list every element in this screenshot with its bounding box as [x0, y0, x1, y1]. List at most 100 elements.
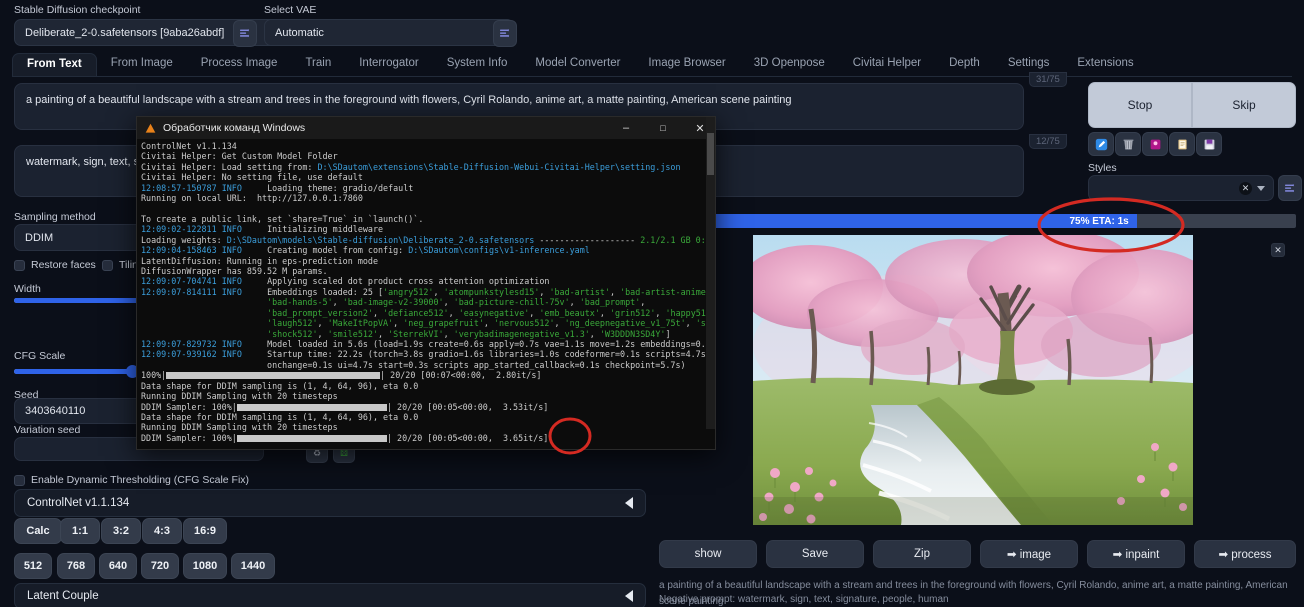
- windows-console-window[interactable]: Обработчик команд Windows – □ ✕ ControlN…: [136, 116, 716, 450]
- send-to-process-button[interactable]: ➡ process: [1194, 540, 1296, 568]
- latent-couple-accordion[interactable]: Latent Couple: [14, 583, 646, 607]
- refresh-checkpoint-button[interactable]: [233, 20, 257, 47]
- app-window: Stable Diffusion checkpoint Deliberate_2…: [0, 0, 1304, 607]
- ratio-button-16-9[interactable]: 16:9: [183, 518, 227, 544]
- vae-group: Select VAE Automatic: [264, 4, 514, 46]
- ratio-button-4-3[interactable]: 4:3: [142, 518, 182, 544]
- tab-image-browser[interactable]: Image Browser: [634, 53, 739, 76]
- refresh-vae-button[interactable]: [493, 20, 517, 47]
- refresh-styles-button[interactable]: [1278, 175, 1302, 201]
- restore-faces-label: Restore faces: [31, 259, 96, 271]
- generated-image-preview[interactable]: [753, 235, 1193, 525]
- controlnet-label: ControlNet v1.1.134: [27, 497, 129, 509]
- tab-civitai-helper[interactable]: Civitai Helper: [839, 53, 935, 76]
- size-button-1440[interactable]: 1440: [231, 553, 275, 579]
- checkpoint-value: Deliberate_2-0.safetensors [9aba26abdf]: [25, 27, 224, 39]
- console-line: DDIM Sampler: 100%|| 20/20 [00:05<00:00,…: [141, 433, 715, 443]
- size-button-1080[interactable]: 1080: [183, 553, 227, 579]
- console-window-title: Обработчик команд Windows: [163, 122, 305, 134]
- latent-couple-label: Latent Couple: [27, 590, 99, 602]
- tab-from-text[interactable]: From Text: [12, 53, 97, 76]
- console-scrollbar[interactable]: [706, 117, 715, 429]
- vae-value: Automatic: [275, 27, 324, 39]
- tab-model-converter[interactable]: Model Converter: [521, 53, 634, 76]
- size-button-720[interactable]: 720: [141, 553, 179, 579]
- tab-system-info[interactable]: System Info: [433, 53, 522, 76]
- close-image-button[interactable]: close-icon✕: [1271, 243, 1285, 257]
- console-line: Loading weights: D:\SDautom\models\Stabl…: [141, 235, 715, 245]
- generation-progress-bar: 75% ETA: 1s: [659, 214, 1296, 228]
- size-button-768[interactable]: 768: [57, 553, 95, 579]
- save-button[interactable]: Save: [766, 540, 864, 568]
- console-output[interactable]: ControlNet v1.1.134Civitai Helper: Get C…: [137, 139, 715, 451]
- console-line: 'shock512', 'smile512', 'SterrekVI', 've…: [141, 329, 715, 339]
- console-line: Civitai Helper: Get Custom Model Folder: [141, 151, 715, 161]
- tab-extensions[interactable]: Extensions: [1063, 53, 1147, 76]
- dynamic-thresholding-checkbox[interactable]: Enable Dynamic Thresholding (CFG Scale F…: [14, 474, 249, 486]
- chevron-left-icon: [625, 497, 633, 509]
- skip-button[interactable]: Skip: [1192, 82, 1296, 128]
- clipboard-icon: [1176, 138, 1189, 151]
- zip-button[interactable]: Zip: [873, 540, 971, 568]
- paintbrush-icon: [1095, 138, 1108, 151]
- console-line: Civitai Helper: No setting file, use def…: [141, 172, 715, 182]
- size-button-512[interactable]: 512: [14, 553, 52, 579]
- clipboard-button[interactable]: [1169, 132, 1195, 156]
- trash-button[interactable]: [1115, 132, 1141, 156]
- dynamic-thresholding-label: Enable Dynamic Thresholding (CFG Scale F…: [31, 474, 249, 486]
- chevron-down-icon: [1257, 186, 1265, 191]
- ratio-button-3-2[interactable]: 3:2: [101, 518, 141, 544]
- ratio-button-calc[interactable]: Calc: [14, 518, 62, 544]
- console-line: 'bad-hands-5', 'bad-image-v2-39000', 'ba…: [141, 297, 715, 307]
- console-line: Data shape for DDIM sampling is (1, 4, 6…: [141, 412, 715, 422]
- console-title-bar[interactable]: Обработчик команд Windows – □ ✕: [137, 117, 715, 139]
- progress-bar-label: 75% ETA: 1s: [1069, 216, 1136, 227]
- send-to-inpaint-button[interactable]: ➡ inpaint: [1087, 540, 1185, 568]
- generated-landscape-image: [753, 235, 1193, 525]
- stop-button[interactable]: Stop: [1088, 82, 1192, 128]
- console-line: 12:09:07-704741 INFO Applying scaled dot…: [141, 276, 715, 286]
- console-line: DiffusionWrapper has 859.52 M params.: [141, 266, 715, 276]
- save-style-button[interactable]: [1196, 132, 1222, 156]
- tab-interrogator[interactable]: Interrogator: [345, 53, 432, 76]
- tab-depth[interactable]: Depth: [935, 53, 994, 76]
- console-line: 12:09:07-814111 INFO Embeddings loaded: …: [141, 287, 715, 297]
- console-scrollbar-thumb[interactable]: [707, 133, 714, 175]
- send-to-image-button[interactable]: ➡ image: [980, 540, 1078, 568]
- console-line: onchange=0.1s ui=4.7s start=0.3s scripts…: [141, 360, 715, 370]
- sampling-method-value: DDIM: [25, 232, 53, 244]
- console-line: To create a public link, set `share=True…: [141, 214, 715, 224]
- vae-dropdown[interactable]: Automatic: [264, 19, 514, 46]
- tab-3d-openpose[interactable]: 3D Openpose: [740, 53, 839, 76]
- size-button-640[interactable]: 640: [99, 553, 137, 579]
- controlnet-accordion[interactable]: ControlNet v1.1.134: [14, 489, 646, 517]
- tab-train[interactable]: Train: [291, 53, 345, 76]
- refresh-icon: [1284, 182, 1297, 195]
- console-line: Running DDIM Sampling with 20 timesteps: [141, 422, 715, 432]
- console-line: 12:09:04-158463 INFO Creating model from…: [141, 245, 715, 255]
- tab-process-image[interactable]: Process Image: [187, 53, 292, 76]
- clear-x-icon[interactable]: ✕: [1239, 182, 1252, 195]
- terminal-icon: [145, 123, 156, 134]
- minimize-button[interactable]: –: [611, 117, 641, 139]
- palette-icon: [1149, 138, 1162, 151]
- tab-from-image[interactable]: From Image: [97, 53, 187, 76]
- console-line: LatentDiffusion: Running in eps-predicti…: [141, 256, 715, 266]
- restore-faces-checkbox[interactable]: Restore faces: [14, 259, 96, 271]
- console-line: 'laugh512', 'MakeItPopVA', 'neg_grapefru…: [141, 318, 715, 328]
- variation-seed-label: Variation seed: [14, 424, 80, 436]
- refresh-icon: [499, 27, 512, 40]
- checkbox-icon: [14, 260, 25, 271]
- console-line: Running DDIM Sampling with 20 timesteps: [141, 391, 715, 401]
- seed-value: 3403640110: [25, 405, 85, 417]
- show-button[interactable]: show: [659, 540, 757, 568]
- paintbrush-button[interactable]: [1088, 132, 1114, 156]
- save-style-icon: [1203, 138, 1216, 151]
- console-line: 12:09:07-939162 INFO Startup time: 22.2s…: [141, 349, 715, 359]
- maximize-button[interactable]: □: [648, 117, 678, 139]
- cfg-scale-label: CFG Scale: [14, 350, 65, 362]
- palette-button[interactable]: [1142, 132, 1168, 156]
- styles-dropdown[interactable]: ✕: [1088, 175, 1274, 201]
- ratio-button-1-1[interactable]: 1:1: [60, 518, 100, 544]
- vae-label: Select VAE: [264, 4, 514, 16]
